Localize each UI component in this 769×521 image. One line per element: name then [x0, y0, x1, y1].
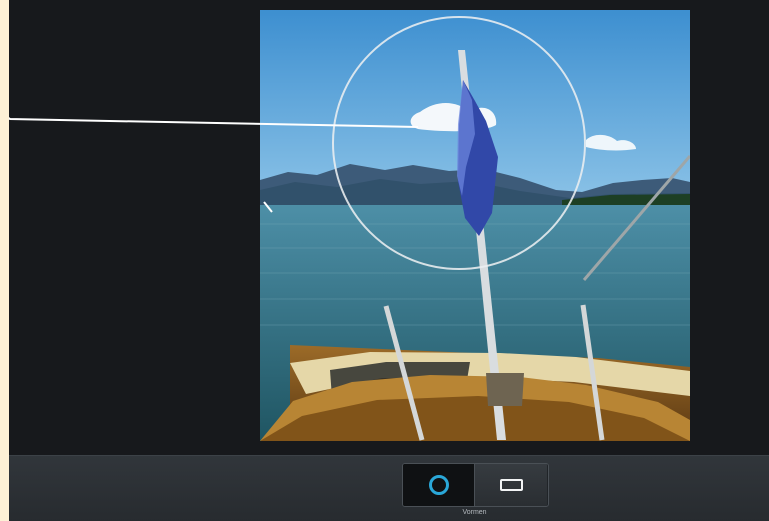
bottom-toolbar: Vormen [9, 455, 769, 521]
photo-editor: Vormen [9, 0, 769, 521]
image-canvas [9, 0, 769, 455]
circle-icon [428, 475, 449, 495]
shape-selector [402, 463, 549, 507]
photo-image [260, 10, 690, 441]
rectangle-shape-button[interactable] [475, 464, 547, 506]
circle-shape-button[interactable] [403, 464, 475, 506]
photo-preview[interactable] [260, 10, 690, 441]
shapes-label: Vormen [462, 509, 487, 516]
rectangle-icon [499, 479, 523, 491]
